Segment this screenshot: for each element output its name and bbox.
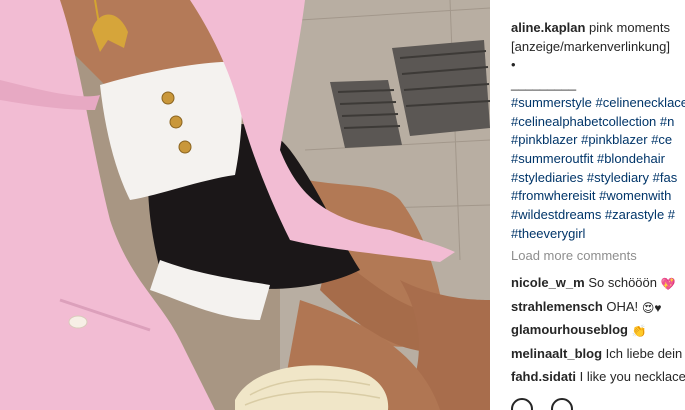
comment-item: fahd.sidati I like you necklace [511,368,685,392]
clapping-hands-icon: 👏 [631,324,647,339]
post-author-link[interactable]: aline.kaplan [511,20,585,35]
caption-text: pink moments [589,20,670,35]
caption-line: [anzeige/markenverlinkung] [511,38,670,54]
comment-author[interactable]: glamourhouseblog [511,322,628,337]
comment-author[interactable]: nicole_w_m [511,275,585,290]
caption-line: • [511,57,516,73]
photo-illustration [0,0,490,410]
comment-icon[interactable] [550,398,573,410]
sparkling-heart-icon: 💖 [660,277,676,291]
heart-eyes-icon: 😍♥ [641,300,662,315]
caption-header: aline.kaplan pink moments [511,19,685,38]
comment-item: strahlemensch OHA! 😍♥ [511,298,685,322]
comment-item: nicole_w_m So schööön 💖 [511,274,685,298]
comment-author[interactable]: melinaalt_blog [511,346,602,361]
comment-author[interactable]: strahlemensch [511,299,603,314]
comment-text: So schööön [588,275,657,290]
hashtag-line[interactable]: #fromwhereisit #womenwith [511,187,685,206]
post-side-panel: aline.kaplan pink moments [anzeige/marke… [490,0,685,410]
hashtag-line[interactable]: #pinkblazer #pinkblazer #ce [511,131,685,150]
post-photo[interactable] [0,0,490,410]
comment-author[interactable]: fahd.sidati [511,369,576,384]
hashtag-line[interactable]: #celinealphabetcollection #n [511,113,685,132]
hashtag-line[interactable]: #summeroutfit #blondehair [511,150,685,169]
comment-text: Ich liebe dein [605,345,683,361]
comment-text: I like you necklace [579,369,685,385]
heart-icon[interactable] [511,398,533,410]
comment-text: OHA! [606,298,639,314]
load-more-comments-button[interactable]: Load more comments [511,248,637,263]
hashtag-line[interactable]: #theeverygirl [511,225,685,244]
comment-item: glamourhouseblog 👏 [511,321,685,345]
post-actions [511,398,587,410]
caption-line: _________ [511,76,577,92]
post-caption: aline.kaplan pink moments [anzeige/marke… [511,19,685,243]
hashtag-line[interactable]: #wildestdreams #zarastyle # [511,206,685,225]
comment-list: nicole_w_m So schööön 💖 strahlemensch OH… [511,274,685,392]
hashtag-line[interactable]: #summerstyle #celinenecklace [511,94,685,113]
comment-item: melinaalt_blog Ich liebe dein [511,345,685,369]
hashtag-line[interactable]: #stylediaries #stylediary #fas [511,169,685,188]
